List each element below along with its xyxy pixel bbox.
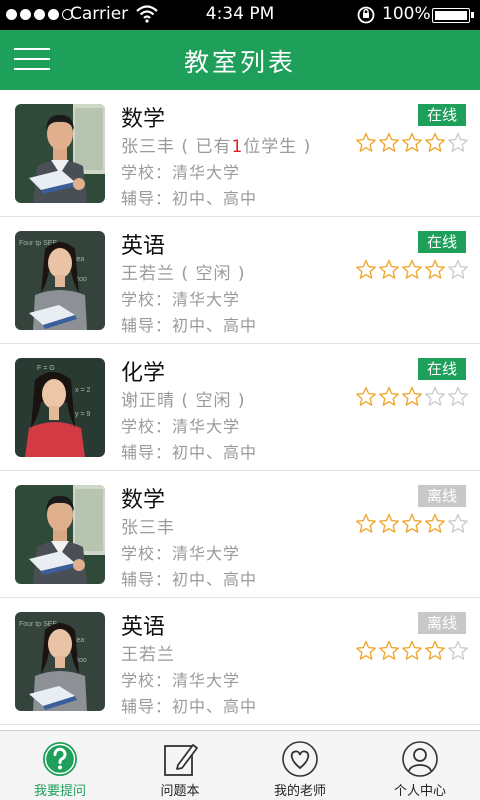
star-filled-icon <box>379 259 399 279</box>
star-empty-icon <box>448 132 468 152</box>
heart-icon <box>280 739 320 779</box>
tab-my-teachers[interactable]: 我的老师 <box>240 731 360 800</box>
rating-stars <box>355 132 469 153</box>
carrier-label: Carrier <box>70 4 129 24</box>
svg-text:too: too <box>77 276 87 283</box>
school-label: 学校：清华大学 <box>121 290 241 309</box>
tab-bar: 我要提问 问题本 我的老师 个人中心 <box>0 730 480 800</box>
star-filled-icon <box>425 640 445 660</box>
battery-icon <box>432 8 474 23</box>
tutor-label: 辅导：初中、高中 <box>121 189 258 208</box>
teacher-photo <box>15 104 105 203</box>
star-filled-icon <box>402 132 422 152</box>
teacher-label: 王若兰 ( 空闲 ) <box>121 264 246 284</box>
teacher-label: 张三丰 <box>121 518 175 538</box>
rotation-lock-icon <box>356 5 376 30</box>
rating-stars <box>355 513 469 534</box>
tab-question-book[interactable]: 问题本 <box>120 731 240 800</box>
star-filled-icon <box>379 640 399 660</box>
star-filled-icon <box>356 259 376 279</box>
question-icon <box>40 739 80 779</box>
teacher-label: 王若兰 <box>121 645 175 665</box>
tab-label: 我要提问 <box>33 784 86 799</box>
menu-button[interactable] <box>14 46 52 74</box>
rating-stars <box>355 259 469 280</box>
star-empty-icon <box>448 259 468 279</box>
teacher-photo: Four tp SEE sea too <box>15 231 105 330</box>
tab-personal-center[interactable]: 个人中心 <box>360 731 480 800</box>
rating-stars <box>355 386 469 407</box>
star-filled-icon <box>425 259 445 279</box>
subject-label: 数学 <box>121 488 166 513</box>
tutor-label: 辅导：初中、高中 <box>121 443 258 462</box>
status-badge: 在线 <box>418 358 466 380</box>
teacher-label: 张三丰 ( 已有1位学生 ) <box>121 137 312 157</box>
status-badge: 离线 <box>418 612 466 634</box>
tutor-label: 辅导：初中、高中 <box>121 570 258 589</box>
teacher-photo: F = G x = 2 y = 9 <box>15 358 105 457</box>
classroom-row[interactable]: Four tp SEE sea too 英语 王若兰 ( 空闲 ) 学校：清华大学 … <box>0 217 480 344</box>
star-filled-icon <box>402 513 422 533</box>
tutor-label: 辅导：初中、高中 <box>121 316 258 335</box>
rating-stars <box>355 640 469 661</box>
star-filled-icon <box>379 132 399 152</box>
tab-label: 问题本 <box>160 784 200 799</box>
svg-text:too: too <box>77 657 87 664</box>
star-filled-icon <box>379 386 399 406</box>
tab-label: 我的老师 <box>273 784 326 799</box>
subject-label: 英语 <box>121 615 166 640</box>
svg-text:F = G: F = G <box>37 365 55 372</box>
status-bar: Carrier 4:34 PM 100% <box>0 0 480 30</box>
svg-text:x = 2: x = 2 <box>75 387 90 394</box>
signal-strength-icon <box>6 9 73 20</box>
person-icon <box>400 739 440 779</box>
star-empty-icon <box>448 640 468 660</box>
tutor-label: 辅导：初中、高中 <box>121 697 258 716</box>
tab-ask-question[interactable]: 我要提问 <box>0 731 120 800</box>
classroom-row[interactable]: Four tp SEE sea too 英语 王若兰 学校：清华大学 辅导：初中、高… <box>0 598 480 725</box>
teacher-photo: Four tp SEE sea too <box>15 612 105 711</box>
status-badge: 在线 <box>418 231 466 253</box>
school-label: 学校：清华大学 <box>121 163 241 182</box>
nav-bar: 教室列表 <box>0 30 480 90</box>
notebook-icon <box>160 739 200 779</box>
star-filled-icon <box>425 132 445 152</box>
star-empty-icon <box>448 513 468 533</box>
svg-text:y = 9: y = 9 <box>75 411 90 418</box>
school-label: 学校：清华大学 <box>121 544 241 563</box>
classroom-row[interactable]: F = G x = 2 y = 9 化学 谢正晴 ( 空闲 ) 学校：清华大学 辅导… <box>0 344 480 471</box>
star-empty-icon <box>425 386 445 406</box>
star-empty-icon <box>448 386 468 406</box>
page-title: 教室列表 <box>183 48 296 77</box>
star-filled-icon <box>402 259 422 279</box>
subject-label: 英语 <box>121 234 166 259</box>
star-filled-icon <box>425 513 445 533</box>
star-filled-icon <box>356 640 376 660</box>
classroom-row[interactable]: 数学 张三丰 ( 已有1位学生 ) 学校：清华大学 辅导：初中、高中 在线 <box>0 90 480 217</box>
subject-label: 数学 <box>121 107 166 132</box>
tab-label: 个人中心 <box>393 784 446 799</box>
school-label: 学校：清华大学 <box>121 417 241 436</box>
subject-label: 化学 <box>121 361 166 386</box>
star-filled-icon <box>356 386 376 406</box>
wifi-icon <box>136 5 158 28</box>
star-filled-icon <box>379 513 399 533</box>
star-filled-icon <box>356 132 376 152</box>
star-filled-icon <box>402 640 422 660</box>
classroom-row[interactable]: 数学 张三丰 学校：清华大学 辅导：初中、高中 离线 <box>0 471 480 598</box>
teacher-photo <box>15 485 105 584</box>
star-filled-icon <box>356 513 376 533</box>
teacher-label: 谢正晴 ( 空闲 ) <box>121 391 246 411</box>
status-badge: 离线 <box>418 485 466 507</box>
school-label: 学校：清华大学 <box>121 671 241 690</box>
star-filled-icon <box>402 386 422 406</box>
classroom-list[interactable]: 数学 张三丰 ( 已有1位学生 ) 学校：清华大学 辅导：初中、高中 在线 Fo… <box>0 90 480 730</box>
battery-percent: 100% <box>382 4 431 24</box>
status-badge: 在线 <box>418 104 466 126</box>
